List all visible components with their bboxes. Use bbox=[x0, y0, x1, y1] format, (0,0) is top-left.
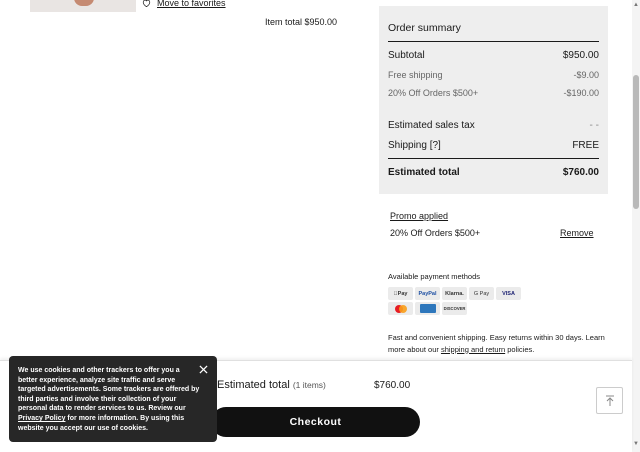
shipping-note-suffix: policies. bbox=[505, 344, 535, 354]
paypal-icon: PayPal bbox=[415, 287, 440, 300]
remove-promo-button[interactable]: Remove bbox=[560, 228, 594, 238]
apple-pay-icon: Pay bbox=[388, 287, 413, 300]
summary-row-shipping[interactable]: Shipping [?] FREE bbox=[388, 140, 599, 151]
google-pay-icon: G Pay bbox=[469, 287, 494, 300]
close-icon bbox=[198, 364, 208, 374]
summary-row-estimated-total: Estimated total $760.00 bbox=[388, 167, 599, 178]
amex-icon bbox=[415, 302, 440, 315]
bottom-estimated-total-value: $760.00 bbox=[374, 380, 411, 391]
sales-tax-label: Estimated sales tax bbox=[388, 120, 475, 131]
heart-icon bbox=[142, 0, 151, 7]
summary-row-free-shipping: Free shipping -$9.00 bbox=[388, 70, 599, 80]
cookie-consent-banner: We use cookies and other trackers to off… bbox=[9, 356, 217, 442]
payment-methods-title: Available payment methods bbox=[388, 272, 480, 281]
order-summary-panel: Order summary Subtotal $950.00 Free ship… bbox=[379, 6, 608, 194]
cookie-close-button[interactable] bbox=[196, 362, 210, 376]
item-total-label: Item total bbox=[265, 17, 303, 27]
cookie-text-main: We use cookies and other trackers to off… bbox=[18, 367, 200, 413]
summary-row-discount: 20% Off Orders $500+ -$190.00 bbox=[388, 88, 599, 98]
bottom-items-count: (1 items) bbox=[292, 380, 326, 390]
subtotal-value: $950.00 bbox=[562, 50, 599, 61]
payment-methods-grid: Pay PayPal Klarna. G Pay VISA DISCOVER bbox=[388, 287, 521, 315]
shipping-return-link[interactable]: shipping and return bbox=[441, 345, 505, 354]
summary-row-sales-tax: Estimated sales tax - - bbox=[388, 120, 599, 131]
arrow-up-to-line-icon bbox=[605, 395, 614, 406]
order-summary-title: Order summary bbox=[388, 22, 461, 34]
sales-tax-value: - - bbox=[589, 120, 599, 131]
summary-row-subtotal: Subtotal $950.00 bbox=[388, 50, 599, 61]
summary-divider bbox=[388, 41, 599, 42]
amex-logo bbox=[419, 304, 436, 313]
bottom-estimated-total: Estimated total (1 items) bbox=[217, 379, 326, 391]
subtotal-label: Subtotal bbox=[388, 50, 425, 61]
promo-name: 20% Off Orders $500+ bbox=[390, 228, 481, 238]
shipping-value: FREE bbox=[572, 140, 599, 151]
mastercard-icon bbox=[388, 302, 413, 315]
shipping-return-note: Fast and convenient shipping. Easy retur… bbox=[388, 332, 620, 355]
product-image[interactable] bbox=[30, 0, 136, 12]
scrollbar-thumb[interactable] bbox=[633, 75, 639, 209]
free-shipping-label: Free shipping bbox=[388, 70, 443, 80]
item-total-value: $950.00 bbox=[304, 17, 338, 27]
klarna-icon: Klarna. bbox=[442, 287, 467, 300]
free-shipping-value: -$9.00 bbox=[573, 70, 599, 80]
discover-icon: DISCOVER bbox=[442, 302, 467, 315]
mastercard-logo bbox=[394, 304, 407, 313]
shipping-label[interactable]: Shipping [?] bbox=[388, 140, 441, 151]
item-total: Item total $950.00 bbox=[265, 17, 337, 27]
discount-label: 20% Off Orders $500+ bbox=[388, 88, 479, 98]
move-to-favorites-link[interactable]: Move to favorites bbox=[142, 0, 226, 8]
summary-divider-total bbox=[388, 158, 599, 159]
estimated-total-label: Estimated total bbox=[388, 167, 460, 178]
move-to-favorites-label: Move to favorites bbox=[157, 0, 226, 8]
scroll-to-top-button[interactable] bbox=[596, 387, 623, 414]
cookie-banner-text: We use cookies and other trackers to off… bbox=[18, 366, 200, 433]
checkout-button[interactable]: Checkout bbox=[211, 407, 420, 437]
privacy-policy-link[interactable]: Privacy Policy bbox=[18, 415, 65, 422]
scroll-up-arrow-icon[interactable]: ▲ bbox=[633, 2, 639, 8]
page-scrollbar[interactable]: ▲ ▼ bbox=[632, 0, 640, 452]
promo-applied-link[interactable]: Promo applied bbox=[390, 211, 448, 221]
estimated-total-value: $760.00 bbox=[562, 167, 599, 178]
bottom-estimated-total-label: Estimated total bbox=[217, 379, 290, 391]
discount-value: -$190.00 bbox=[563, 88, 599, 98]
scroll-down-arrow-icon[interactable]: ▼ bbox=[633, 441, 639, 447]
product-image-shoe bbox=[74, 0, 94, 6]
visa-icon: VISA bbox=[496, 287, 521, 300]
